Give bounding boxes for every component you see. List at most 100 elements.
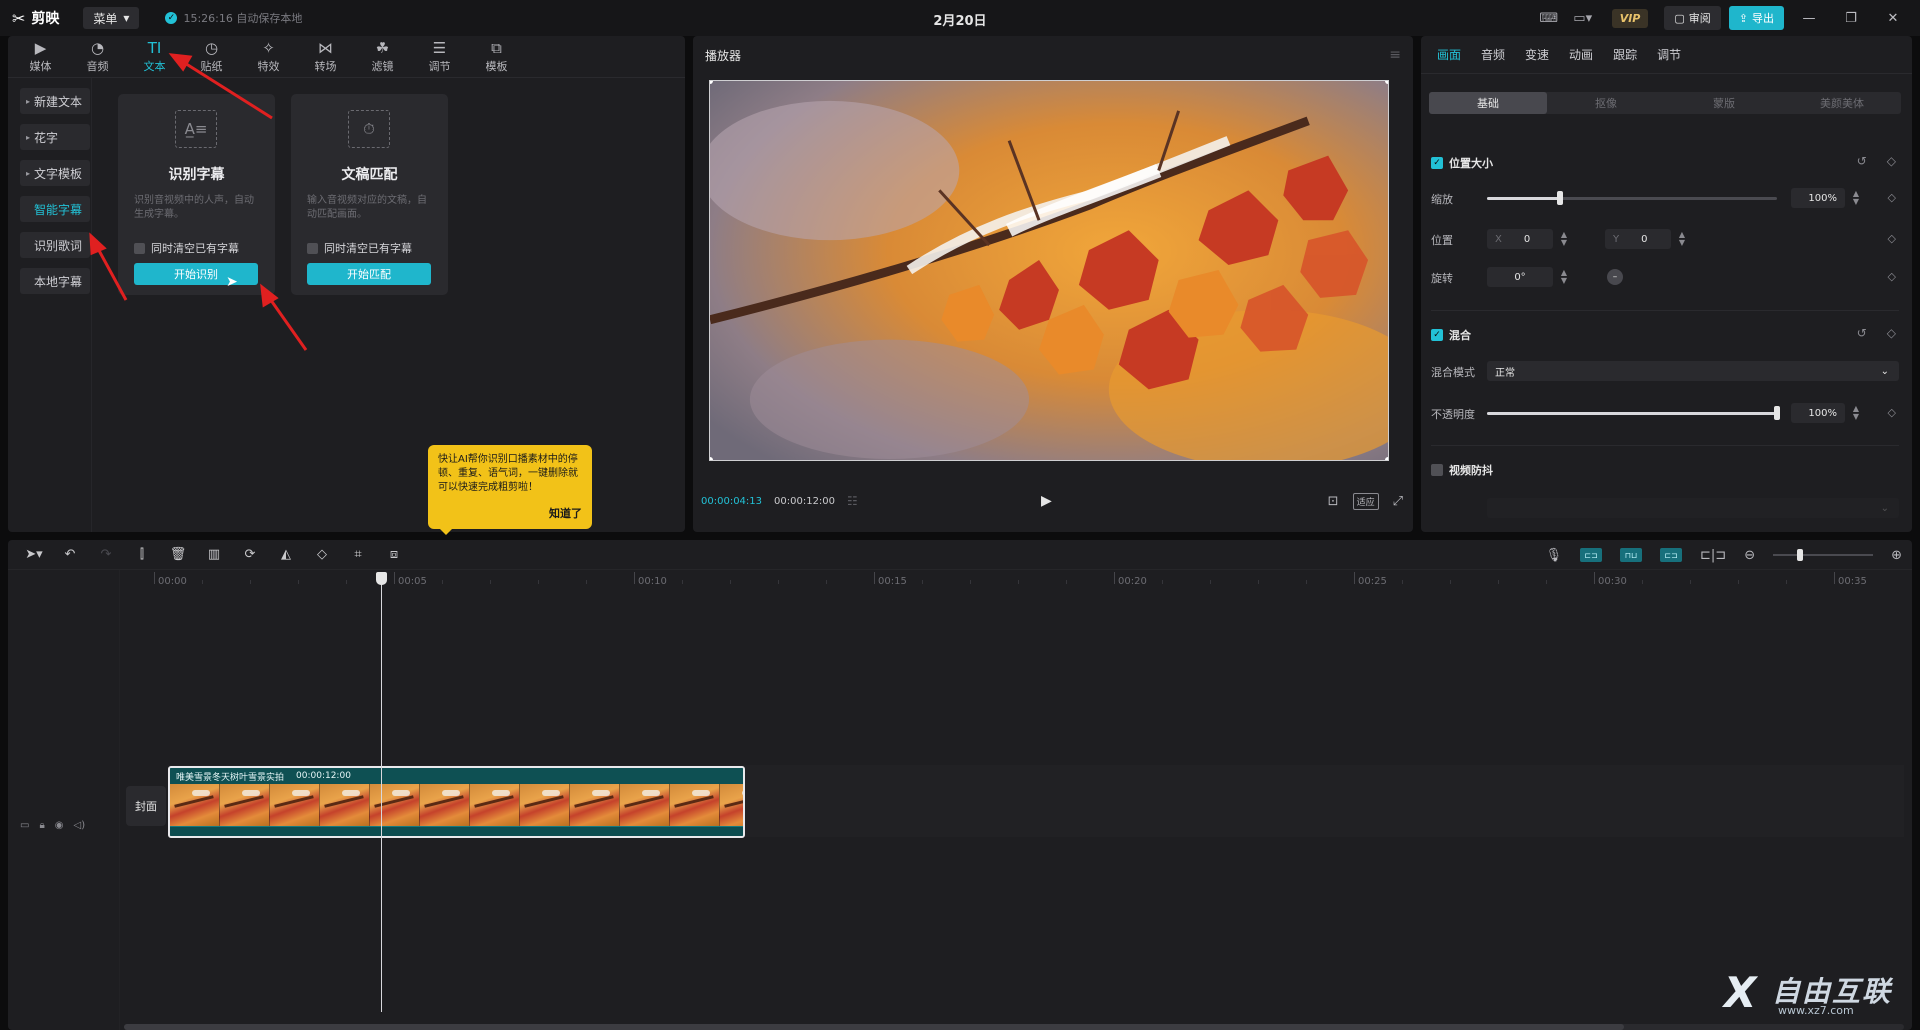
timeline-scrollbar[interactable] [124, 1024, 1904, 1030]
crop-handle[interactable] [1385, 81, 1388, 84]
stepper-icon[interactable]: ▲ ▼ [1851, 190, 1861, 206]
tab-speed[interactable]: 变速 [1515, 46, 1559, 63]
sidebar-item-new-text[interactable]: ▸ 新建文本 [20, 88, 90, 114]
start-match-button[interactable]: 开始匹配 [307, 263, 431, 285]
mirror-icon[interactable]: ◭ [268, 547, 304, 562]
sidebar-item-local-subtitle[interactable]: 本地字幕 [20, 268, 90, 294]
keyframe-diamond-icon[interactable]: ◇ [1888, 191, 1896, 204]
video-clip[interactable]: 唯美雪景冬天树叶雪景实拍 00:00:12:00 [168, 766, 745, 838]
tab-sticker[interactable]: ◷ 贴纸 [183, 40, 240, 74]
stepper-icon[interactable]: ▲ ▼ [1559, 269, 1569, 285]
sidebar-item-smart-subtitle[interactable]: 智能字幕 [20, 196, 90, 222]
main-track-magnet-icon[interactable]: ⊏⊐ [1580, 548, 1603, 562]
time-ruler[interactable]: 00:00 00:05 00:10 00:15 00:20 00:25 00:30 00:35 [124, 570, 1904, 592]
reset-icon[interactable]: ↺ [1857, 326, 1867, 340]
playhead-handle[interactable] [376, 572, 387, 585]
blend-toggle[interactable]: ✓ 混合 [1431, 327, 1471, 343]
stepper-icon[interactable]: ▲ ▼ [1559, 231, 1569, 247]
minimize-icon[interactable]: — [1792, 7, 1826, 29]
subtab-mask[interactable]: 蒙版 [1665, 92, 1783, 114]
zoom-in-icon[interactable]: ⊕ [1891, 548, 1902, 563]
tab-adjust-props[interactable]: 调节 [1647, 46, 1691, 63]
tab-filter[interactable]: ☘ 滤镜 [354, 40, 411, 74]
menu-button[interactable]: 菜单 ▾ [83, 7, 140, 29]
sidebar-item-lyrics[interactable]: 识别歌词 [20, 232, 90, 258]
lock-icon[interactable]: 🔒︎ [39, 820, 44, 831]
freeze-frame-icon[interactable]: ▥ [196, 547, 232, 562]
subtab-basic[interactable]: 基础 [1429, 92, 1547, 114]
preview-axis-icon[interactable]: ⊏|⊐ [1700, 548, 1726, 563]
shortcut-keyboard-icon[interactable]: ⌨ [1536, 7, 1562, 29]
close-icon[interactable]: ✕ [1876, 7, 1910, 29]
keyframe-diamond-icon[interactable]: ◇ [1888, 270, 1896, 283]
play-icon[interactable]: ▶ [1041, 493, 1052, 509]
layout-icon[interactable]: ▭▾ [1570, 7, 1596, 29]
subtab-beauty[interactable]: 美颜美体 [1783, 92, 1901, 114]
zoom-out-icon[interactable]: ⊖ [1744, 548, 1755, 563]
stepper-icon[interactable]: ▲ ▼ [1851, 405, 1861, 421]
zoom-slider-handle[interactable] [1797, 549, 1804, 561]
clear-subtitles-checkbox[interactable]: 同时清空已有字幕 [134, 240, 239, 256]
cover-button[interactable]: 封面 [126, 786, 166, 826]
review-button[interactable]: ▢ 审阅 [1664, 6, 1721, 30]
zoom-slider[interactable] [1773, 549, 1874, 561]
rotate-input[interactable]: 0° [1487, 267, 1553, 287]
eye-icon[interactable]: ◉ [55, 820, 64, 831]
video-preview[interactable] [709, 80, 1389, 461]
screenshot-icon[interactable]: ⊡ [1328, 494, 1339, 509]
scale-slider-handle[interactable] [1556, 191, 1563, 205]
select-cursor-icon[interactable]: ➤▾ [16, 547, 52, 562]
stabilize-toggle[interactable]: 视频防抖 [1431, 462, 1493, 478]
tip-dismiss-button[interactable]: 知道了 [549, 507, 582, 521]
sidebar-item-fancy-text[interactable]: ▸ 花字 [20, 124, 90, 150]
tab-text[interactable]: TI 文本 [126, 40, 183, 74]
sidebar-item-text-template[interactable]: ▸ 文字模板 [20, 160, 90, 186]
position-y-input[interactable]: Y 0 [1605, 229, 1671, 249]
crop-handle[interactable] [1385, 457, 1388, 460]
reverse-icon[interactable]: ⟳ [232, 547, 268, 562]
crop-icon[interactable]: ⌗ [340, 547, 376, 562]
rotate-icon[interactable]: ◇ [304, 547, 340, 562]
export-button[interactable]: ⇪ 导出 [1728, 6, 1784, 30]
tab-animation[interactable]: 动画 [1559, 46, 1603, 63]
fullscreen-icon[interactable]: ⤢ [1393, 494, 1403, 509]
keyframe-diamond-icon[interactable]: ◇ [1888, 406, 1896, 419]
restore-icon[interactable]: ❐ [1834, 7, 1868, 29]
reset-icon[interactable]: ↺ [1857, 154, 1867, 168]
scrollbar-thumb[interactable] [124, 1024, 1624, 1030]
auto-snap-icon[interactable]: ⊓⊔ [1620, 548, 1643, 562]
linkage-icon[interactable]: ⊏⊐ [1660, 548, 1683, 562]
scale-slider[interactable] [1487, 191, 1777, 205]
keyframe-diamond-icon[interactable]: ◇ [1887, 326, 1896, 340]
subtab-cutout[interactable]: 抠像 [1547, 92, 1665, 114]
opacity-slider[interactable] [1487, 406, 1780, 420]
vip-badge[interactable]: VIP [1611, 8, 1649, 28]
tab-template[interactable]: ⧉ 模板 [468, 40, 525, 74]
tab-tracking[interactable]: 跟踪 [1603, 46, 1647, 63]
aspect-ratio-button[interactable]: 适应 [1352, 492, 1379, 510]
playhead[interactable] [381, 572, 382, 1012]
scale-input[interactable]: 100% [1791, 188, 1845, 208]
tab-adjust[interactable]: ☰ 调节 [411, 40, 468, 74]
position-size-toggle[interactable]: ✓ 位置大小 [1431, 155, 1493, 171]
split-icon[interactable]: ⫿ [124, 547, 160, 562]
crop-handle[interactable] [710, 457, 713, 460]
start-recognize-button[interactable]: 开始识别 [134, 263, 258, 285]
microphone-icon[interactable]: 🎙 [1546, 548, 1563, 563]
tab-picture[interactable]: 画面 [1427, 46, 1471, 63]
clear-subtitles-checkbox[interactable]: 同时清空已有字幕 [307, 240, 412, 256]
opacity-input[interactable]: 100% [1791, 403, 1845, 423]
undo-icon[interactable]: ↶ [52, 547, 88, 562]
delete-icon[interactable]: 🗑 [160, 547, 196, 562]
tab-transition[interactable]: ⋈ 转场 [297, 40, 354, 74]
rotate-dial-icon[interactable]: – [1607, 269, 1623, 285]
blend-mode-select[interactable]: 正常 ⌄ [1487, 361, 1899, 381]
stepper-icon[interactable]: ▲ ▼ [1677, 231, 1687, 247]
keyframe-diamond-icon[interactable]: ◇ [1887, 154, 1896, 168]
tab-effects[interactable]: ✧ 特效 [240, 40, 297, 74]
redo-icon[interactable]: ↷ [88, 547, 124, 562]
keyframe-diamond-icon[interactable]: ◇ [1888, 232, 1896, 245]
tab-media[interactable]: ▶ 媒体 [12, 40, 69, 74]
speaker-icon[interactable]: ◁) [74, 820, 86, 831]
timeline-list-icon[interactable]: ☷ [847, 494, 858, 508]
